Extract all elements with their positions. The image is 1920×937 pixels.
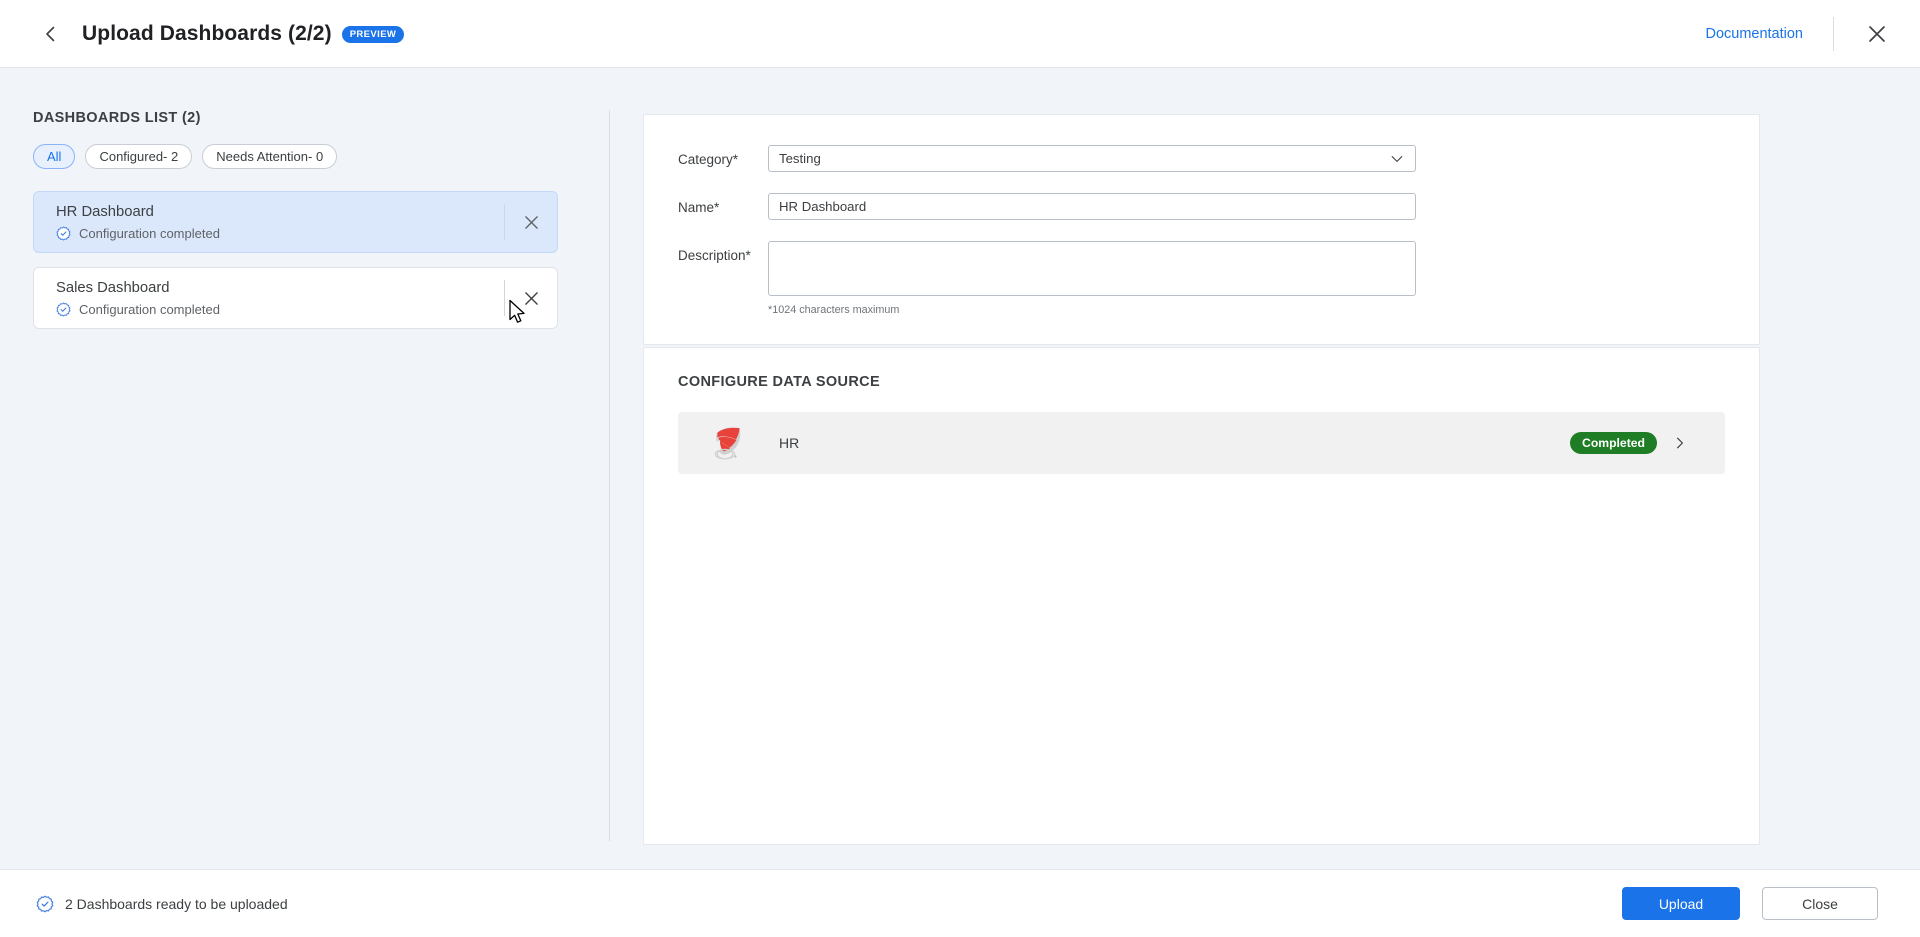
form-gap-2 [644, 220, 1759, 241]
dialog-header: Upload Dashboards (2/2) PREVIEW Documenta… [0, 0, 1920, 68]
dialog-body: DASHBOARDS LIST (2) All Configured- 2 Ne… [0, 68, 1920, 869]
name-label: Name* [678, 200, 720, 215]
dashboard-card-hr[interactable]: HR Dashboard Configuration completed [33, 191, 558, 253]
close-button[interactable]: Close [1762, 887, 1878, 920]
filter-chip-all-label: All [47, 149, 62, 164]
dashboard-card-hr-remove-button[interactable] [505, 192, 557, 252]
description-field-wrap: *1024 characters maximum [768, 241, 1416, 316]
dashboard-card-hr-status: Configuration completed [56, 226, 504, 241]
category-row: Category* Testing [644, 145, 1759, 172]
dashboard-card-hr-content: HR Dashboard Configuration completed [34, 203, 504, 241]
chevron-left-icon [46, 26, 55, 41]
description-row: Description* *1024 characters maximum [644, 241, 1759, 316]
data-source-expand-button[interactable] [1657, 435, 1703, 451]
form-gap-1 [644, 172, 1759, 193]
dashboard-card-sales-content: Sales Dashboard Configuration completed [34, 279, 504, 317]
chevron-right-icon [1677, 437, 1683, 449]
footer-status: 2 Dashboards ready to be uploaded [36, 895, 288, 913]
filter-chip-configured[interactable]: Configured- 2 [85, 144, 193, 169]
dashboard-card-sales-remove-button[interactable] [505, 268, 557, 328]
dashboard-details-pane: Category* Testing Name* HR Dashboard Des… [610, 68, 1920, 869]
filter-chip-configured-label: Configured- 2 [99, 149, 179, 164]
name-input[interactable]: HR Dashboard [768, 193, 1416, 220]
dashboard-card-sales[interactable]: Sales Dashboard Configuration completed [33, 267, 558, 329]
header-divider [1833, 16, 1834, 51]
data-source-status-badge: Completed [1570, 432, 1657, 454]
close-icon [524, 215, 538, 229]
dashboard-card-sales-status: Configuration completed [56, 302, 504, 317]
name-input-value: HR Dashboard [779, 199, 867, 214]
gear-check-icon [56, 302, 71, 317]
configure-data-source-title: CONFIGURE DATA SOURCE [678, 374, 881, 390]
dialog-footer: 2 Dashboards ready to be uploaded Upload… [0, 869, 1920, 937]
category-select[interactable]: Testing [768, 145, 1416, 172]
name-row: Name* HR Dashboard [644, 193, 1759, 220]
upload-dashboards-dialog: Upload Dashboards (2/2) PREVIEW Documenta… [0, 0, 1920, 937]
dashboard-card-hr-status-text: Configuration completed [79, 226, 220, 242]
category-field-wrap: Testing [768, 145, 1416, 172]
category-label: Category* [678, 152, 739, 167]
dashboards-list-title: DASHBOARDS LIST (2) [33, 110, 201, 126]
sql-server-icon [714, 427, 741, 460]
dashboard-form-panel: Category* Testing Name* HR Dashboard Des… [643, 114, 1760, 345]
dashboard-card-hr-name: HR Dashboard [56, 203, 154, 220]
filter-chip-group: All Configured- 2 Needs Attention- 0 [33, 144, 610, 169]
preview-badge: PREVIEW [341, 25, 405, 43]
description-hint: *1024 characters maximum [768, 304, 900, 316]
category-select-value: Testing [779, 151, 821, 166]
description-label: Description* [678, 248, 751, 263]
configure-data-source-panel: CONFIGURE DATA SOURCE HR Completed [643, 347, 1760, 845]
documentation-link[interactable]: Documentation [1705, 26, 1803, 42]
back-button[interactable] [34, 17, 68, 51]
dashboard-card-sales-name: Sales Dashboard [56, 279, 170, 296]
filter-chip-needs-attention-label: Needs Attention- 0 [216, 149, 324, 164]
data-source-row-hr[interactable]: HR Completed [678, 412, 1725, 474]
upload-button[interactable]: Upload [1622, 887, 1740, 920]
gear-check-icon [36, 895, 54, 912]
close-dialog-button[interactable] [1860, 17, 1894, 51]
footer-status-text: 2 Dashboards ready to be uploaded [65, 895, 288, 912]
dashboards-list: HR Dashboard Configuration completed Sal… [33, 191, 610, 329]
gear-check-icon [56, 226, 71, 241]
name-field-wrap: HR Dashboard [768, 193, 1416, 220]
data-source-name: HR [779, 435, 800, 451]
filter-chip-all[interactable]: All [33, 144, 76, 169]
sql-server-icon-wrap [704, 423, 752, 463]
close-icon [1869, 25, 1885, 42]
description-textarea[interactable] [768, 241, 1416, 296]
dashboard-card-sales-status-text: Configuration completed [79, 302, 220, 318]
filter-chip-needs-attention[interactable]: Needs Attention- 0 [202, 144, 338, 169]
page-title-text: Upload Dashboards (2/2) [82, 21, 332, 45]
page-title: Upload Dashboards (2/2) PREVIEW [82, 21, 405, 46]
chevron-down-icon [1391, 155, 1403, 162]
dashboards-list-pane: DASHBOARDS LIST (2) All Configured- 2 Ne… [0, 68, 610, 869]
close-icon [524, 291, 538, 305]
